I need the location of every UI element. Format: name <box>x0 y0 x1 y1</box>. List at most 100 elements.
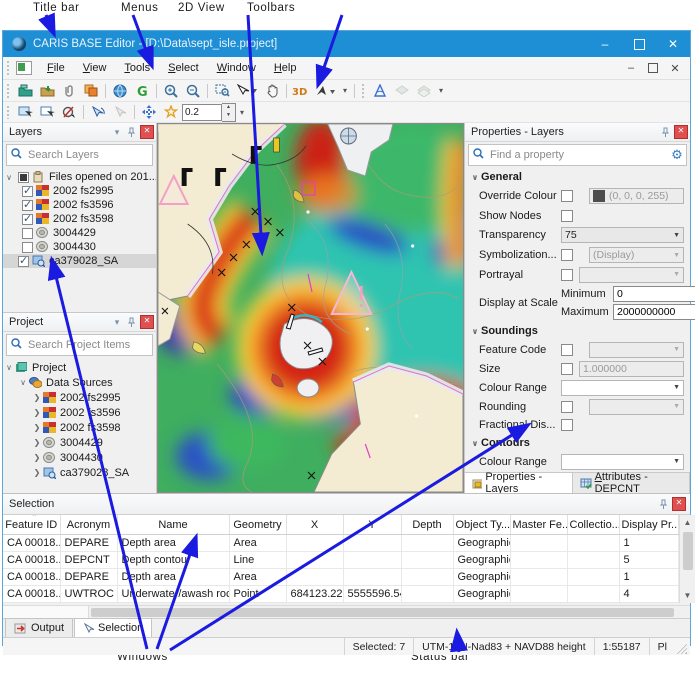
select-feature-alt-button[interactable] <box>109 102 131 122</box>
tree-item-layer[interactable]: 3004430 <box>3 240 156 254</box>
tree-item-source[interactable]: ❯ 2002 fs2995 <box>3 390 156 405</box>
pin-icon[interactable] <box>124 315 138 329</box>
menu-help[interactable]: Help <box>265 59 306 77</box>
display-scale-maximum-input[interactable] <box>613 304 695 320</box>
tree-item-layer[interactable]: 2002 fs3598 <box>3 212 156 226</box>
attach-button[interactable] <box>58 81 80 101</box>
layers-search-input[interactable] <box>26 148 152 162</box>
tree-item-data-sources[interactable]: ∨ Data Sources <box>3 375 156 390</box>
panel-close-button[interactable]: ✕ <box>140 125 154 139</box>
rounding-checkbox[interactable] <box>561 401 573 413</box>
column-header-geometry[interactable]: Geometry <box>229 515 286 535</box>
checkbox-unchecked[interactable] <box>22 242 33 253</box>
select-by-rectangle-button[interactable] <box>14 102 36 122</box>
panel-close-button[interactable]: ✕ <box>140 315 154 329</box>
checkbox-checked[interactable] <box>22 214 33 225</box>
tab-attributes-depcnt[interactable]: Attributes - DEPCNT <box>573 473 690 493</box>
select-tool-button[interactable] <box>233 81 261 101</box>
open-dataset-button[interactable] <box>14 81 36 101</box>
project-search-input[interactable] <box>26 338 152 352</box>
feature-code-dropdown[interactable]: ▼ <box>589 342 684 358</box>
zoom-factor-input[interactable]: 0.2 <box>182 104 222 121</box>
expand-icon[interactable]: ❯ <box>31 468 43 477</box>
mdi-close-button[interactable]: ✕ <box>664 59 686 77</box>
zoom-factor-stepper[interactable]: ▲▼ <box>222 103 236 122</box>
tree-item-layer[interactable]: 3004429 <box>3 226 156 240</box>
collapse-icon[interactable]: ∨ <box>17 378 29 387</box>
override-colour-checkbox[interactable] <box>561 190 573 202</box>
tree-item-source[interactable]: ❯ 2002 fs3596 <box>3 405 156 420</box>
toolbar-overflow-button[interactable]: ▾ <box>339 86 351 95</box>
clear-selection-button[interactable] <box>58 102 80 122</box>
tree-item-source[interactable]: ❯ 2002 fs3598 <box>3 420 156 435</box>
horizontal-scrollbar[interactable] <box>3 605 690 618</box>
checkbox-checked[interactable] <box>18 256 29 267</box>
panel-menu-icon[interactable]: ▾ <box>110 125 124 139</box>
properties-search-input[interactable] <box>488 148 668 162</box>
symbolization-checkbox[interactable] <box>561 249 573 261</box>
menu-tools[interactable]: Tools <box>115 59 159 77</box>
refresh-view-button[interactable]: G <box>131 81 153 101</box>
column-header-name[interactable]: Name <box>117 515 229 535</box>
expand-icon[interactable]: ❯ <box>31 438 43 447</box>
toolbar-grip[interactable] <box>361 83 366 98</box>
column-header-master-feature[interactable]: Master Fe... <box>510 515 567 535</box>
stepper-down-icon[interactable]: ▼ <box>222 112 235 121</box>
menu-select[interactable]: Select <box>159 59 208 77</box>
menu-window[interactable]: Window <box>208 59 265 77</box>
portrayal-checkbox[interactable] <box>561 269 573 281</box>
layer-handles-all-button[interactable] <box>413 81 435 101</box>
column-header-depth[interactable]: Depth <box>401 515 453 535</box>
column-header-y[interactable]: Y <box>343 515 401 535</box>
mdi-minimize-button[interactable]: – <box>620 59 642 77</box>
column-header-feature-id[interactable]: ⌃Feature ID <box>3 515 60 535</box>
section-contours[interactable]: ∨Contours <box>465 434 690 452</box>
expand-icon[interactable]: ❯ <box>31 393 43 402</box>
tree-item-source[interactable]: ❯ 3004429 <box>3 435 156 450</box>
close-button[interactable]: ✕ <box>656 31 690 57</box>
measure-angle-button[interactable] <box>369 81 391 101</box>
stepper-up-icon[interactable]: ▲ <box>222 104 235 113</box>
tree-item-source[interactable]: ❯ 3004430 <box>3 450 156 465</box>
scrollbar-thumb[interactable] <box>91 608 674 617</box>
north-arrow-button[interactable] <box>312 81 339 101</box>
toolbar-grip[interactable] <box>6 83 11 98</box>
vertical-scrollbar[interactable]: ▲ ▼ <box>679 515 695 603</box>
tree-item-layer[interactable]: 2002 fs2995 <box>3 184 156 198</box>
symbolization-dropdown[interactable]: (Display)▼ <box>589 247 684 263</box>
expand-icon[interactable]: ❯ <box>31 423 43 432</box>
globe-button[interactable] <box>109 81 131 101</box>
checkbox-checked[interactable] <box>22 200 33 211</box>
transparency-dropdown[interactable]: 75▼ <box>561 227 684 243</box>
deselect-by-rectangle-button[interactable] <box>36 102 58 122</box>
scroll-down-icon[interactable]: ▼ <box>680 588 695 603</box>
checkbox-partial[interactable] <box>18 172 29 183</box>
pin-icon[interactable] <box>124 125 138 139</box>
scrollbar-thumb[interactable] <box>683 532 693 570</box>
toolbar-grip[interactable] <box>6 105 11 119</box>
zoom-to-selection-button[interactable] <box>160 102 182 122</box>
contours-colour-range-dropdown[interactable]: ▼ <box>561 454 684 470</box>
maximize-button[interactable] <box>622 31 656 57</box>
panel-close-button[interactable]: ✕ <box>672 497 686 511</box>
section-soundings[interactable]: ∨Soundings <box>465 322 690 340</box>
copy-layer-button[interactable] <box>80 81 102 101</box>
portrayal-dropdown[interactable]: ▼ <box>579 267 684 283</box>
menu-view[interactable]: View <box>74 59 116 77</box>
tree-item-project-root[interactable]: ∨ Project <box>3 360 156 375</box>
section-general[interactable]: ∨General <box>465 168 690 186</box>
scroll-up-icon[interactable]: ▲ <box>680 515 695 530</box>
zoom-area-button[interactable] <box>211 81 233 101</box>
tab-properties-layers[interactable]: Properties - Layers <box>465 473 573 493</box>
tab-selection[interactable]: Selection <box>74 618 152 637</box>
panel-menu-icon[interactable]: ▾ <box>110 315 124 329</box>
expand-icon[interactable]: ❯ <box>31 453 43 462</box>
map-2d-view[interactable] <box>157 123 464 493</box>
show-nodes-checkbox[interactable] <box>561 210 573 222</box>
zoom-in-button[interactable] <box>160 81 182 101</box>
select-feature-button[interactable] <box>87 102 109 122</box>
table-row[interactable]: CA 00018...DEPAREDepth areaAreaGeographi… <box>3 569 678 586</box>
tree-item-source[interactable]: ❯ ca379028_SA <box>3 465 156 480</box>
3d-view-button[interactable]: 3D <box>290 81 312 101</box>
tree-item-layer-selected[interactable]: ca379028_SA <box>3 254 156 268</box>
